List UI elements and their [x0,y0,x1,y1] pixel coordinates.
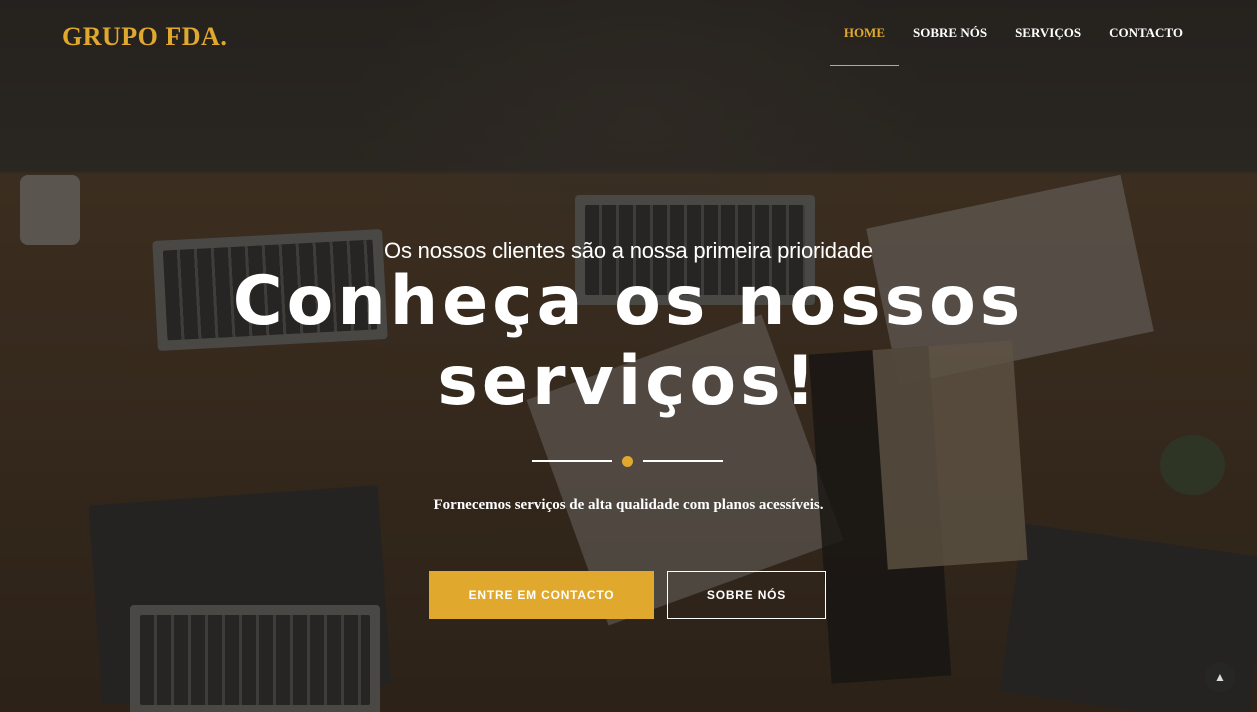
hero-tagline: Fornecemos serviços de alta qualidade co… [433,497,824,513]
hero-title: Conheça os nossos serviços! [0,262,1257,422]
divider-dot [622,456,633,467]
chevron-up-icon: ▲ [1214,670,1226,684]
about-us-button[interactable]: SOBRE NÓS [667,571,826,619]
contact-button[interactable]: ENTRE EM CONTACTO [429,571,654,619]
hero-title-line2: serviços! [437,342,820,421]
hero-title-line1: Conheça os nossos [232,262,1025,341]
hero-subtitle: Os nossos clientes são a nossa primeira … [384,238,873,263]
hero-section: Os nossos clientes são a nossa primeira … [0,0,1257,712]
scroll-top-button[interactable]: ▲ [1205,662,1235,692]
title-divider [532,455,723,467]
